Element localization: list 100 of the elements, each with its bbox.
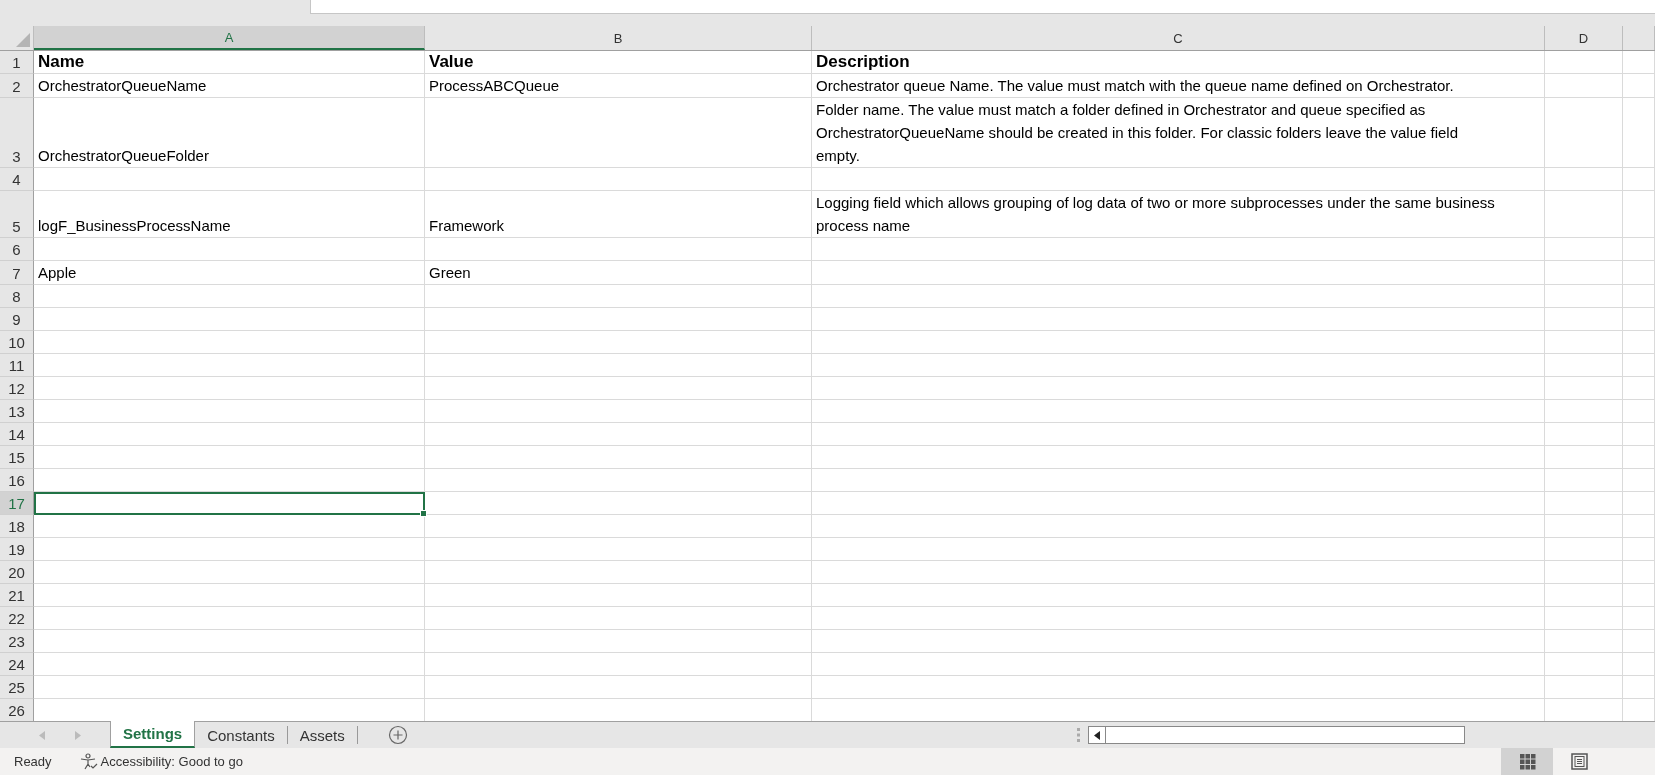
empty-cell[interactable] <box>425 377 812 400</box>
empty-cell[interactable] <box>812 285 1545 308</box>
row-header[interactable]: 11 <box>0 354 34 377</box>
table-cell[interactable]: OrchestratorQueueName <box>34 74 425 98</box>
empty-cell[interactable] <box>425 423 812 446</box>
empty-cell[interactable] <box>1623 423 1655 446</box>
view-button[interactable] <box>1501 748 1553 775</box>
empty-cell[interactable] <box>812 653 1545 676</box>
empty-cell[interactable] <box>425 584 812 607</box>
horizontal-scrollbar[interactable] <box>1088 726 1465 744</box>
row-header[interactable]: 23 <box>0 630 34 653</box>
accessibility-status[interactable]: Accessibility: Good to go <box>100 754 243 769</box>
empty-cell[interactable] <box>425 98 812 168</box>
row-header[interactable]: 6 <box>0 238 34 261</box>
column-title[interactable]: Description <box>812 51 1545 74</box>
row-header[interactable]: 7 <box>0 261 34 285</box>
column-header[interactable]: B <box>425 26 812 50</box>
empty-cell[interactable] <box>1623 74 1655 98</box>
empty-cell[interactable] <box>1545 308 1623 331</box>
empty-cell[interactable] <box>425 331 812 354</box>
empty-cell[interactable] <box>812 607 1545 630</box>
empty-cell[interactable] <box>1545 492 1623 515</box>
empty-cell[interactable] <box>425 515 812 538</box>
empty-cell[interactable] <box>1545 446 1623 469</box>
row-header[interactable]: 13 <box>0 400 34 423</box>
row-header[interactable]: 22 <box>0 607 34 630</box>
empty-cell[interactable] <box>1623 607 1655 630</box>
empty-cell[interactable] <box>1623 191 1655 238</box>
empty-cell[interactable] <box>1623 51 1655 74</box>
column-header[interactable]: A <box>34 26 425 50</box>
column-header[interactable]: C <box>812 26 1545 50</box>
column-title[interactable]: Value <box>425 51 812 74</box>
empty-cell[interactable] <box>812 630 1545 653</box>
table-cell[interactable]: Framework <box>425 191 812 238</box>
empty-cell[interactable] <box>1545 74 1623 98</box>
row-header[interactable]: 24 <box>0 653 34 676</box>
empty-cell[interactable] <box>1545 98 1623 168</box>
empty-cell[interactable] <box>1545 515 1623 538</box>
row-header[interactable]: 9 <box>0 308 34 331</box>
empty-cell[interactable] <box>1545 377 1623 400</box>
empty-cell[interactable] <box>812 676 1545 699</box>
row-header[interactable]: 17 <box>0 492 34 515</box>
empty-cell[interactable] <box>1545 561 1623 584</box>
empty-cell[interactable] <box>1623 377 1655 400</box>
row-header[interactable]: 14 <box>0 423 34 446</box>
empty-cell[interactable] <box>1623 308 1655 331</box>
empty-cell[interactable] <box>1545 538 1623 561</box>
empty-cell[interactable] <box>812 423 1545 446</box>
empty-cell[interactable] <box>1623 469 1655 492</box>
row-header[interactable]: 8 <box>0 285 34 308</box>
next-sheet-icon[interactable] <box>74 730 81 740</box>
empty-cell[interactable] <box>1623 331 1655 354</box>
row-header[interactable]: 16 <box>0 469 34 492</box>
empty-cell[interactable] <box>1623 676 1655 699</box>
empty-cell[interactable] <box>812 261 1545 285</box>
empty-cell[interactable] <box>425 238 812 261</box>
table-cell[interactable]: Green <box>425 261 812 285</box>
empty-cell[interactable] <box>425 538 812 561</box>
empty-cell[interactable] <box>1623 285 1655 308</box>
row-header[interactable]: 21 <box>0 584 34 607</box>
empty-cell[interactable] <box>1545 331 1623 354</box>
row-header[interactable]: 1 <box>0 51 34 74</box>
empty-cell[interactable] <box>425 354 812 377</box>
empty-cell[interactable] <box>425 285 812 308</box>
empty-cell[interactable] <box>812 538 1545 561</box>
previous-sheet-icon[interactable] <box>39 730 46 740</box>
row-header[interactable]: 12 <box>0 377 34 400</box>
empty-cell[interactable] <box>425 607 812 630</box>
empty-cell[interactable] <box>812 331 1545 354</box>
empty-cell[interactable] <box>1545 168 1623 191</box>
row-header[interactable]: 18 <box>0 515 34 538</box>
row-header[interactable]: 10 <box>0 331 34 354</box>
empty-cell[interactable] <box>812 308 1545 331</box>
empty-cell[interactable] <box>1623 653 1655 676</box>
row-header[interactable]: 15 <box>0 446 34 469</box>
sheet-tab[interactable]: Settings <box>110 721 196 748</box>
row-header[interactable]: 4 <box>0 168 34 191</box>
empty-cell[interactable] <box>425 168 812 191</box>
row-header[interactable]: 3 <box>0 98 34 168</box>
add-sheet-button[interactable] <box>387 725 408 745</box>
empty-cell[interactable] <box>1545 653 1623 676</box>
empty-cell[interactable] <box>1545 423 1623 446</box>
empty-cell[interactable] <box>1545 285 1623 308</box>
table-cell[interactable]: Orchestrator queue Name. The value must match with the queue name defined on Orchestrator. <box>812 74 1545 98</box>
table-cell[interactable]: Logging field which allows grouping of log data of two or more subprocesses under the same business process name <box>812 191 1545 238</box>
empty-cell[interactable] <box>1545 584 1623 607</box>
empty-cell[interactable] <box>1545 630 1623 653</box>
sheet-tab[interactable]: Assets <box>287 726 358 744</box>
empty-cell[interactable] <box>1545 238 1623 261</box>
empty-cell[interactable] <box>1623 561 1655 584</box>
formula-bar-field[interactable] <box>310 0 1655 14</box>
empty-cell[interactable] <box>1545 469 1623 492</box>
empty-cell[interactable] <box>1623 492 1655 515</box>
empty-cell[interactable] <box>812 469 1545 492</box>
empty-cell[interactable] <box>425 676 812 699</box>
empty-cell[interactable] <box>812 492 1545 515</box>
row-header[interactable]: 2 <box>0 74 34 98</box>
empty-cell[interactable] <box>812 561 1545 584</box>
empty-cell[interactable] <box>1545 400 1623 423</box>
empty-cell[interactable] <box>1623 168 1655 191</box>
